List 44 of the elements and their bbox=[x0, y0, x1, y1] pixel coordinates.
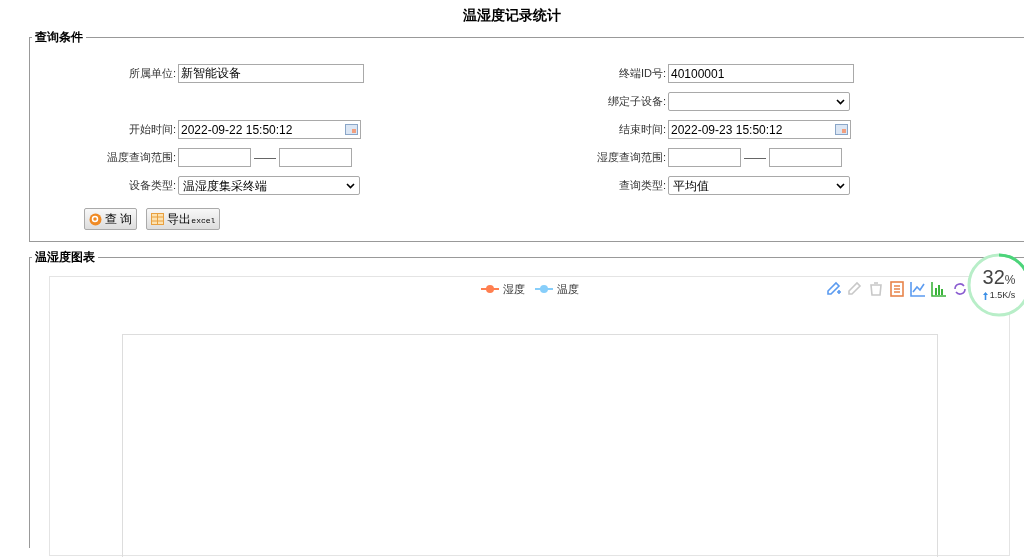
min-field[interactable] bbox=[668, 148, 741, 167]
refresh-icon[interactable] bbox=[951, 280, 969, 298]
chevron-down-icon bbox=[346, 182, 355, 189]
document-icon[interactable] bbox=[888, 280, 906, 298]
bar-chart-icon[interactable] bbox=[930, 280, 948, 298]
chevron-down-icon bbox=[836, 98, 845, 105]
field-label: 所属单位: bbox=[127, 66, 177, 82]
page-title: 温湿度记录统计 bbox=[463, 5, 561, 25]
field-label: 绑定子设备: bbox=[606, 94, 667, 110]
table-icon bbox=[151, 213, 165, 225]
chevron-down-icon bbox=[836, 182, 845, 189]
max-field[interactable] bbox=[769, 148, 842, 167]
text-field[interactable]: 新智能设备 bbox=[178, 64, 364, 83]
min-field[interactable] bbox=[178, 148, 251, 167]
field-label: 查询类型: bbox=[617, 178, 667, 194]
select-field[interactable]: 平均值 bbox=[668, 176, 850, 195]
field-label: 温度查询范围: bbox=[105, 150, 177, 166]
select-field[interactable] bbox=[668, 92, 850, 111]
range-separator: —— bbox=[744, 150, 766, 166]
speed-reading: 1.5K/s bbox=[989, 289, 1016, 303]
field-label: 开始时间: bbox=[127, 122, 177, 138]
panel-legend: 查询条件 bbox=[32, 28, 86, 46]
calendar-icon[interactable] bbox=[835, 124, 848, 135]
field-label: 湿度查询范围: bbox=[595, 150, 667, 166]
field-label: 结束时间: bbox=[617, 122, 667, 138]
percent-reading: 32% bbox=[982, 267, 1016, 288]
field-label: 设备类型: bbox=[127, 178, 177, 194]
panel-legend: 温湿度图表 bbox=[32, 248, 98, 266]
date-field[interactable]: 2022-09-23 15:50:12 bbox=[668, 120, 851, 139]
pencil-plus-icon[interactable] bbox=[825, 280, 843, 298]
arrow-up-icon bbox=[982, 292, 988, 300]
field-label: 终端ID号: bbox=[617, 66, 667, 82]
legend-label[interactable]: 温度 bbox=[556, 281, 579, 298]
range-separator: —— bbox=[254, 150, 276, 166]
calendar-icon[interactable] bbox=[345, 124, 358, 135]
select-field[interactable]: 温湿度集采终端 bbox=[178, 176, 360, 195]
date-field[interactable]: 2022-09-22 15:50:12 bbox=[178, 120, 361, 139]
search-button[interactable]: 查 询 bbox=[84, 208, 138, 230]
export-button[interactable]: 导出 excel bbox=[146, 208, 221, 230]
text-field[interactable]: 40100001 bbox=[668, 64, 854, 83]
legend-label[interactable]: 湿度 bbox=[502, 281, 525, 298]
search-icon bbox=[89, 212, 102, 226]
line-chart-icon[interactable] bbox=[909, 280, 927, 298]
max-field[interactable] bbox=[279, 148, 352, 167]
